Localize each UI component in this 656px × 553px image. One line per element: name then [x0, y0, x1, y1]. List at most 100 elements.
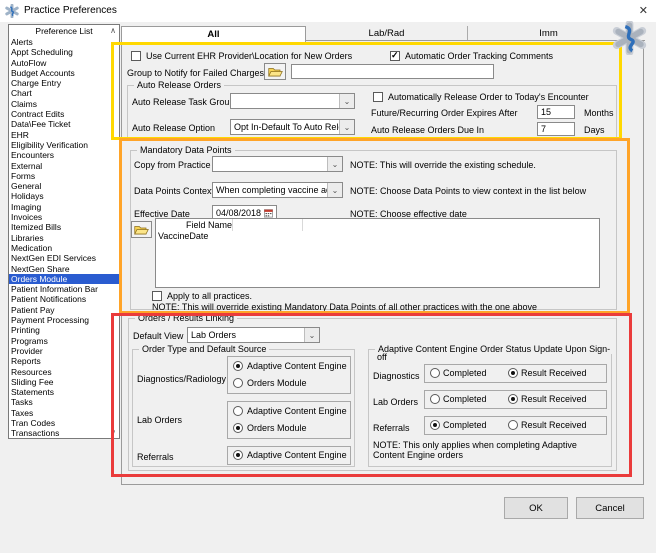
- chevron-down-icon: ⌄: [304, 328, 319, 342]
- diag-ace-radio[interactable]: [233, 361, 243, 371]
- sidebar-item[interactable]: Reports: [9, 356, 119, 366]
- sidebar-item[interactable]: Eligibility Verification: [9, 140, 119, 150]
- sidebar-item[interactable]: Contract Edits: [9, 109, 119, 119]
- data-points-folder-button[interactable]: [131, 221, 152, 238]
- sidebar-item[interactable]: General: [9, 181, 119, 191]
- ace-status-title-line1: Adaptive Content Engine Order Status Upd…: [375, 344, 614, 354]
- group-notify-input[interactable]: [291, 64, 494, 79]
- status-lab-result-radio[interactable]: [508, 394, 518, 404]
- orders-due-in-input[interactable]: [537, 122, 575, 136]
- sidebar-item[interactable]: Chart: [9, 88, 119, 98]
- default-view-select[interactable]: Lab Orders ⌄: [187, 327, 320, 343]
- sidebar-item[interactable]: Resources: [9, 367, 119, 377]
- sidebar-item[interactable]: Transactions: [9, 428, 119, 438]
- sidebar-item[interactable]: Encounters: [9, 150, 119, 160]
- chevron-down-icon: ⌄: [339, 94, 354, 108]
- expires-after-input[interactable]: [537, 105, 575, 119]
- field-name-column-header: Field Name: [186, 220, 233, 230]
- copy-from-practice-label: Copy from Practice: [134, 160, 211, 170]
- note-copy: NOTE: This will override the existing sc…: [350, 160, 536, 170]
- auto-release-today-checkbox[interactable]: [373, 92, 383, 102]
- sidebar-item[interactable]: Taxes: [9, 408, 119, 418]
- apply-all-practices-checkbox[interactable]: [152, 291, 162, 301]
- ok-button[interactable]: OK: [504, 497, 568, 519]
- sidebar-item[interactable]: Imaging: [9, 202, 119, 212]
- status-ref-result-label: Result Received: [521, 420, 587, 430]
- sidebar-item[interactable]: Claims: [9, 99, 119, 109]
- chevron-down-icon: ⌄: [327, 157, 342, 171]
- sidebar-item[interactable]: NextGen EDI Services: [9, 253, 119, 263]
- sidebar-item[interactable]: Medication: [9, 243, 119, 253]
- scroll-down-icon[interactable]: ∨: [110, 429, 116, 437]
- group-notify-folder-button[interactable]: [264, 63, 286, 80]
- sidebar-item[interactable]: Patient Pay: [9, 305, 119, 315]
- auto-release-task-group-label: Auto Release Task Group: [132, 97, 235, 107]
- sidebar-item[interactable]: Sliding Fee: [9, 377, 119, 387]
- practice-preferences-dialog: Practice Preferences ✕ Preference List ∧…: [0, 0, 656, 553]
- data-points-context-select[interactable]: When completing vaccine ad ⌄: [212, 182, 343, 198]
- sidebar-item[interactable]: Budget Accounts: [9, 68, 119, 78]
- sidebar-item[interactable]: External: [9, 161, 119, 171]
- close-icon[interactable]: ✕: [639, 4, 648, 17]
- sidebar-item[interactable]: Patient Information Bar: [9, 284, 119, 294]
- cancel-button[interactable]: Cancel: [576, 497, 644, 519]
- status-diag-completed-radio[interactable]: [430, 368, 440, 378]
- sidebar-item[interactable]: Tran Codes: [9, 418, 119, 428]
- sidebar-item[interactable]: Patient Notifications: [9, 294, 119, 304]
- expires-after-label: Future/Recurring Order Expires After: [371, 108, 518, 118]
- folder-open-icon: [267, 68, 283, 77]
- referrals-ace-radio[interactable]: [233, 450, 243, 460]
- status-ref-completed-label: Completed: [443, 420, 487, 430]
- title-bar: Practice Preferences ✕: [0, 0, 656, 22]
- sidebar-item-orders-module[interactable]: Orders Module: [9, 273, 119, 285]
- sidebar-item[interactable]: Tasks: [9, 397, 119, 407]
- sidebar-item[interactable]: NextGen Share: [9, 264, 119, 274]
- status-lab-label: Lab Orders: [373, 397, 419, 407]
- tab-imm[interactable]: Imm: [468, 26, 630, 41]
- sidebar-item[interactable]: Forms: [9, 171, 119, 181]
- chevron-down-icon: ⌄: [339, 120, 354, 134]
- lab-ace-radio[interactable]: [233, 406, 243, 416]
- status-lab-completed-radio[interactable]: [430, 394, 440, 404]
- note-context: NOTE: Choose Data Points to view context…: [350, 186, 587, 196]
- sidebar-item[interactable]: Holidays: [9, 191, 119, 201]
- sidebar-item[interactable]: AutoFlow: [9, 58, 119, 68]
- note-apply-all: NOTE: This will override existing Mandat…: [152, 302, 538, 312]
- sidebar-item[interactable]: Data\Fee Ticket: [9, 119, 119, 129]
- status-diag-result-radio[interactable]: [508, 368, 518, 378]
- status-ref-completed-radio[interactable]: [430, 420, 440, 430]
- chevron-down-icon: ⌄: [327, 183, 342, 197]
- sidebar-item[interactable]: Printing: [9, 325, 119, 335]
- sidebar-item[interactable]: Charge Entry: [9, 78, 119, 88]
- sidebar-item[interactable]: Invoices: [9, 212, 119, 222]
- auto-release-option-select[interactable]: Opt In-Default To Auto Relea ⌄: [230, 119, 355, 135]
- mandatory-data-points-title: Mandatory Data Points: [137, 145, 235, 155]
- calendar-icon[interactable]: [264, 208, 273, 218]
- auto-order-tracking-checkbox[interactable]: [390, 51, 400, 61]
- preference-list: Preference List ∧ Alerts Appt Scheduling…: [8, 24, 120, 439]
- auto-release-task-group-select[interactable]: ⌄: [230, 93, 355, 109]
- sidebar-item[interactable]: EHR: [9, 130, 119, 140]
- status-ref-result-radio[interactable]: [508, 420, 518, 430]
- tab-all[interactable]: All: [121, 26, 306, 42]
- sidebar-item[interactable]: Programs: [9, 336, 119, 346]
- tab-lab-rad[interactable]: Lab/Rad: [306, 26, 468, 41]
- field-name-list[interactable]: Field Name VaccineDate: [155, 218, 600, 288]
- sidebar-item[interactable]: Alerts: [9, 37, 119, 47]
- sidebar-item[interactable]: Libraries: [9, 233, 119, 243]
- copy-from-practice-select[interactable]: ⌄: [212, 156, 343, 172]
- use-current-ehr-checkbox[interactable]: [131, 51, 141, 61]
- diag-ace-label: Adaptive Content Engine: [247, 361, 347, 371]
- auto-release-today-label: Automatically Release Order to Today's E…: [388, 92, 589, 102]
- lab-orders-module-radio[interactable]: [233, 423, 243, 433]
- list-item[interactable]: VaccineDate: [156, 231, 599, 241]
- diag-orders-module-radio[interactable]: [233, 378, 243, 388]
- lab-orders-module-label: Orders Module: [247, 423, 307, 433]
- auto-release-orders-title: Auto Release Orders: [134, 80, 225, 90]
- sidebar-item[interactable]: Appt Scheduling: [9, 47, 119, 57]
- sidebar-item[interactable]: Statements: [9, 387, 119, 397]
- sidebar-item[interactable]: Itemized Bills: [9, 222, 119, 232]
- sidebar-item[interactable]: Provider: [9, 346, 119, 356]
- sidebar-item[interactable]: Payment Processing: [9, 315, 119, 325]
- scroll-up-icon[interactable]: ∧: [110, 27, 116, 35]
